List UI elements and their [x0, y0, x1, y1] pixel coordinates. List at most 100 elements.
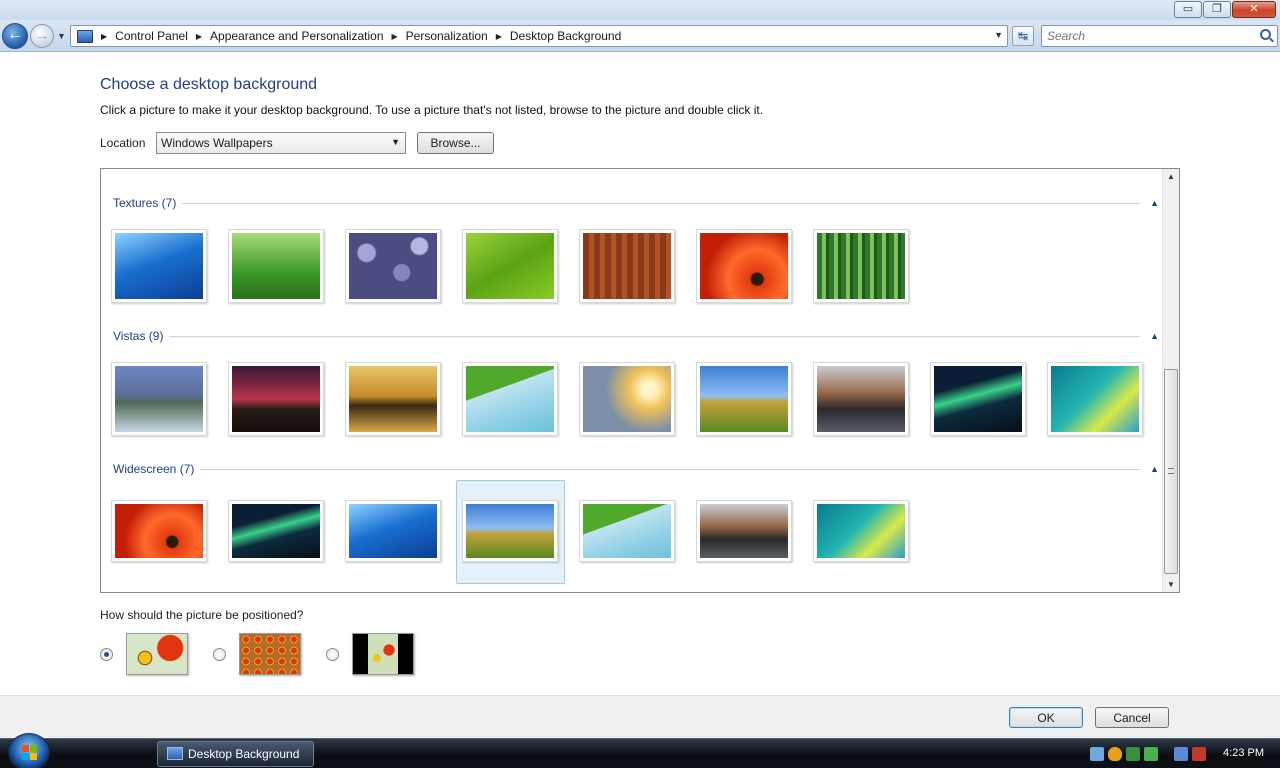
breadcrumb-desktop-background[interactable]: Desktop Background [510, 29, 621, 43]
wallpaper-thumbnail[interactable] [345, 362, 441, 436]
collapse-icon[interactable]: ▲ [1150, 198, 1159, 208]
chevron-down-icon[interactable]: ▼ [391, 137, 400, 147]
wallpaper-thumbnail[interactable] [579, 500, 675, 562]
title-bar: ▭ ❐ ✕ [0, 0, 1280, 20]
center-icon[interactable] [352, 633, 414, 675]
collapse-icon[interactable]: ▲ [1150, 464, 1159, 474]
breadcrumb-personalization[interactable]: Personalization [406, 29, 488, 43]
search-icon[interactable] [1260, 29, 1271, 40]
rocky-shore-wide-icon [700, 504, 788, 558]
wallpaper-thumbnail[interactable] [696, 500, 792, 562]
location-value: Windows Wallpapers [161, 136, 273, 150]
system-tray [1090, 739, 1206, 768]
scroll-up-icon[interactable]: ▲ [1167, 172, 1175, 181]
security-shield-icon[interactable] [1108, 747, 1122, 761]
red-flower-wide-icon [115, 504, 203, 558]
browse-button[interactable]: Browse... [417, 132, 494, 154]
wallpaper-thumbnail[interactable] [813, 362, 909, 436]
cancel-button[interactable]: Cancel [1095, 707, 1169, 728]
beach-rocks-icon [349, 366, 437, 432]
position-fit-radio[interactable] [100, 648, 113, 661]
fit-to-screen-icon[interactable] [126, 633, 188, 675]
breadcrumb-separator[interactable]: ▶ [196, 32, 202, 41]
location-dropdown[interactable]: Windows Wallpapers ▼ [156, 132, 406, 154]
taskbar-item-desktop-background[interactable]: Desktop Background [157, 741, 314, 767]
group-divider [182, 202, 1141, 204]
rocky-shore-icon [817, 366, 905, 432]
breadcrumb-appearance[interactable]: Appearance and Personalization [210, 29, 383, 43]
instructions-text: Click a picture to make it your desktop … [100, 103, 764, 117]
address-dropdown-icon[interactable]: ▼ [994, 30, 1003, 40]
wallpaper-thumbnail[interactable] [1047, 362, 1143, 436]
back-button[interactable]: ← [2, 23, 28, 49]
scroll-down-icon[interactable]: ▼ [1167, 580, 1175, 589]
breadcrumb-separator[interactable]: ▶ [496, 32, 502, 41]
wallpaper-thumbnail[interactable] [111, 500, 207, 562]
refresh-button[interactable]: ↹ [1012, 26, 1034, 46]
breadcrumb-separator[interactable]: ▶ [101, 32, 107, 41]
close-button[interactable]: ✕ [1232, 1, 1276, 18]
collapse-icon[interactable]: ▲ [1150, 331, 1159, 341]
green-grass-icon [232, 233, 320, 299]
system-clock[interactable]: 4:23 PM [1223, 747, 1264, 759]
address-bar[interactable]: ▶ Control Panel ▶ Appearance and Persona… [70, 25, 1008, 47]
vertical-scrollbar[interactable]: ▲ ▼ [1162, 169, 1179, 592]
wallpaper-thumbnail[interactable] [696, 362, 792, 436]
wallpaper-thumbnail[interactable] [579, 229, 675, 303]
wallpaper-thumbnail[interactable] [930, 362, 1026, 436]
position-tile-radio[interactable] [213, 648, 226, 661]
wallpaper-thumbnail[interactable] [696, 229, 792, 303]
position-center-radio[interactable] [326, 648, 339, 661]
aero-wave-wide-icon [817, 504, 905, 558]
wallpaper-thumbnail[interactable] [462, 362, 558, 436]
wallpaper-thumbnail[interactable] [111, 229, 207, 303]
search-input[interactable] [1042, 26, 1242, 46]
navigation-bar: ← → ▼ ▶ Control Panel ▶ Appearance and P… [0, 20, 1280, 52]
green-hills-icon [700, 366, 788, 432]
wallpaper-thumbnail[interactable] [111, 362, 207, 436]
group-header-textures[interactable]: Textures (7) ▲ [113, 195, 1159, 211]
display-icon[interactable] [1174, 747, 1188, 761]
scrollbar-thumb[interactable] [1164, 369, 1178, 574]
dusk-hills-icon [232, 366, 320, 432]
red-flower-icon [700, 233, 788, 299]
search-box[interactable] [1041, 25, 1278, 47]
tile-icon[interactable] [239, 633, 301, 675]
wallpaper-thumbnail[interactable] [345, 500, 441, 562]
group-divider [200, 468, 1141, 470]
forward-button[interactable]: → [30, 24, 54, 48]
breadcrumb-separator[interactable]: ▶ [392, 32, 398, 41]
network-icon[interactable] [1090, 747, 1104, 761]
wallpaper-thumbnail[interactable] [228, 229, 324, 303]
pebbles-icon [349, 233, 437, 299]
start-button[interactable] [8, 733, 50, 768]
wallpaper-thumbnail[interactable] [228, 500, 324, 562]
underwater-fish-wide-icon [349, 504, 437, 558]
aurora-wide-icon [232, 504, 320, 558]
update-icon[interactable] [1126, 747, 1140, 761]
group-header-widescreen[interactable]: Widescreen (7) ▲ [113, 461, 1159, 477]
wallpaper-thumbnail[interactable] [813, 229, 909, 303]
taskbar: Desktop Background 4:23 PM [0, 733, 1280, 768]
wallpaper-thumbnail[interactable] [228, 362, 324, 436]
breadcrumb-control-panel[interactable]: Control Panel [115, 29, 188, 43]
volume-muted-icon[interactable] [1192, 747, 1206, 761]
wood-grain-icon [583, 233, 671, 299]
wallpaper-thumbnail[interactable] [579, 362, 675, 436]
sync-icon[interactable] [1144, 747, 1158, 761]
wallpaper-thumbnail-selected[interactable] [462, 500, 558, 562]
wallpaper-thumbnail[interactable] [813, 500, 909, 562]
bamboo-icon [817, 233, 905, 299]
taskbar-item-label: Desktop Background [188, 747, 300, 761]
aero-wave-icon [1051, 366, 1139, 432]
underwater-fish-icon [115, 233, 203, 299]
maximize-button[interactable]: ❐ [1203, 1, 1231, 18]
wallpaper-thumbnail[interactable] [345, 229, 441, 303]
wallpaper-thumbnail[interactable] [462, 229, 558, 303]
ok-button[interactable]: OK [1009, 707, 1083, 728]
recent-pages-dropdown[interactable]: ▼ [57, 31, 66, 41]
group-title: Vistas (9) [113, 329, 164, 343]
group-header-vistas[interactable]: Vistas (9) ▲ [113, 328, 1159, 344]
mountain-lake-icon [115, 366, 203, 432]
minimize-button[interactable]: ▭ [1174, 1, 1202, 18]
